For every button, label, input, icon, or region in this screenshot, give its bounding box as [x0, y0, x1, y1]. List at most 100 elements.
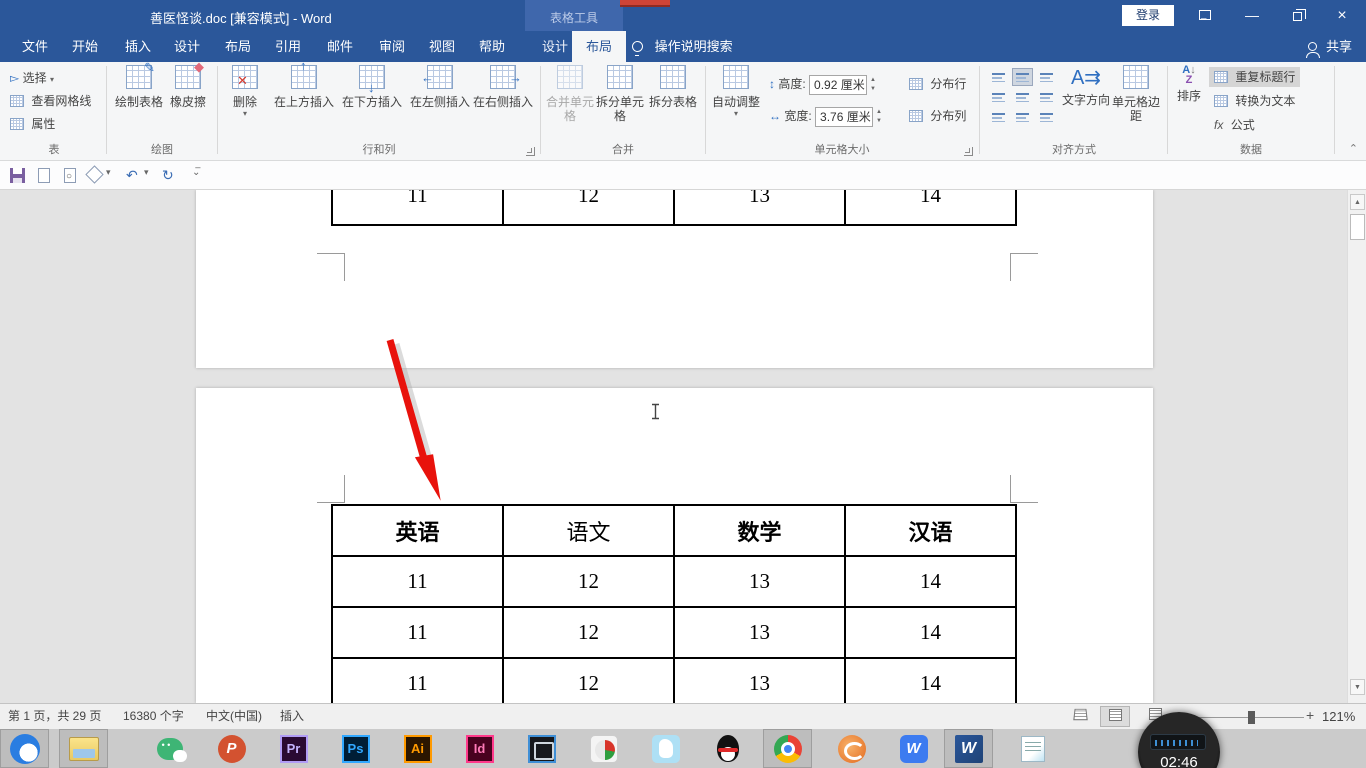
- table-cell[interactable]: 14: [844, 657, 1017, 703]
- col-width-spinner[interactable]: ▲ ▼: [873, 108, 885, 126]
- tab-home[interactable]: 开始: [58, 31, 112, 62]
- header-cell-hanyu[interactable]: 汉语: [844, 504, 1017, 557]
- save-button[interactable]: [10, 168, 25, 183]
- page-indicator[interactable]: 第 1 页，共 29 页: [0, 704, 109, 730]
- document-canvas[interactable]: 11 12 13 14 英语 语文 数学 汉语 11 12 13 14 11 1…: [0, 190, 1366, 703]
- cell-size-dialog-launcher[interactable]: [964, 147, 973, 156]
- zoom-in-button[interactable]: +: [1306, 707, 1314, 723]
- tab-references[interactable]: 引用: [261, 31, 315, 62]
- taskbar-qq[interactable]: [703, 729, 752, 768]
- cell-margins-button[interactable]: 单元格边距: [1111, 65, 1161, 123]
- split-cells-button[interactable]: 拆分单元格: [596, 65, 644, 123]
- new-document-button[interactable]: [38, 168, 50, 183]
- close-button[interactable]: ×: [1322, 0, 1362, 31]
- tab-file[interactable]: 文件: [8, 31, 62, 62]
- distribute-cols-button[interactable]: 分布列: [909, 106, 966, 126]
- tab-help[interactable]: 帮助: [465, 31, 519, 62]
- insert-mode-indicator[interactable]: 插入: [272, 704, 312, 730]
- align-center-button[interactable]: [1012, 88, 1033, 106]
- ink-gesture-button[interactable]: [85, 165, 104, 184]
- select-button[interactable]: ▻ 选择 ▾: [10, 68, 54, 88]
- table-cell[interactable]: 14: [844, 555, 1017, 608]
- undo-dropdown[interactable]: ▾: [144, 167, 149, 178]
- align-center-right-button[interactable]: [1036, 88, 1057, 106]
- view-gridlines-button[interactable]: 查看网格线: [10, 91, 91, 111]
- row-height-spinner[interactable]: ▲ ▼: [867, 76, 879, 94]
- sign-in-button[interactable]: 登录: [1122, 5, 1174, 26]
- properties-button[interactable]: 属性: [10, 114, 55, 134]
- scrollbar-thumb[interactable]: [1350, 214, 1365, 240]
- align-bottom-left-button[interactable]: [988, 108, 1009, 126]
- taskbar-qq-browser[interactable]: [0, 729, 49, 768]
- word-count[interactable]: 16380 个字: [115, 704, 192, 730]
- print-preview-button[interactable]: [64, 168, 76, 183]
- draw-table-button[interactable]: ✎ 绘制表格: [114, 61, 164, 109]
- table-cell[interactable]: 12: [502, 657, 675, 703]
- rows-columns-dialog-launcher[interactable]: [526, 147, 535, 156]
- align-top-left-button[interactable]: [988, 68, 1009, 86]
- tab-layout[interactable]: 布局: [211, 31, 265, 62]
- taskbar-format-factory[interactable]: [579, 729, 628, 768]
- tab-insert[interactable]: 插入: [111, 31, 165, 62]
- taskbar-cheetah-browser[interactable]: [827, 729, 876, 768]
- table-cell[interactable]: 11: [331, 555, 504, 608]
- read-mode-button[interactable]: [1065, 706, 1095, 727]
- header-cell-math[interactable]: 数学: [673, 504, 846, 557]
- undo-button[interactable]: ↶: [126, 167, 138, 184]
- table-cell[interactable]: 12: [502, 555, 675, 608]
- taskbar-photoshop[interactable]: Ps: [331, 729, 380, 768]
- taskbar-word-active[interactable]: W: [944, 729, 993, 768]
- header-cell-english[interactable]: 英语: [331, 504, 504, 557]
- taskbar-wechat[interactable]: [145, 729, 194, 768]
- tab-review[interactable]: 审阅: [365, 31, 419, 62]
- taskbar-premiere[interactable]: Pr: [269, 729, 318, 768]
- scroll-up-button[interactable]: ▲: [1350, 194, 1365, 210]
- page-2[interactable]: 英语 语文 数学 汉语 11 12 13 14 11 12 13 14 11 1…: [196, 388, 1153, 703]
- table-cell[interactable]: 13: [673, 657, 846, 703]
- align-bottom-center-button[interactable]: [1012, 108, 1033, 126]
- screen-recorder-minimized-bar[interactable]: [620, 0, 670, 7]
- insert-below-button[interactable]: ↓ 在下方插入: [339, 65, 405, 109]
- taskbar-video-editor[interactable]: [517, 729, 566, 768]
- delete-button[interactable]: ✕ 删除 ▾: [225, 65, 265, 118]
- ink-dropdown[interactable]: ▾: [106, 167, 111, 178]
- formula-button[interactable]: fx 公式: [1209, 115, 1260, 135]
- table-cell[interactable]: 12: [502, 606, 675, 659]
- table-cell[interactable]: 13: [673, 555, 846, 608]
- taskbar-tiantian-ptu[interactable]: [641, 729, 690, 768]
- restore-button[interactable]: [1277, 0, 1317, 31]
- header-cell-chinese[interactable]: 语文: [502, 504, 675, 557]
- taskbar-notepad[interactable]: [1008, 729, 1057, 768]
- ribbon-display-options-button[interactable]: [1185, 0, 1225, 39]
- row-height-input[interactable]: 0.92 厘米: [809, 74, 868, 95]
- table-cell[interactable]: 11: [331, 190, 504, 226]
- tab-design[interactable]: 设计: [160, 31, 214, 62]
- split-table-button[interactable]: 拆分表格: [646, 65, 700, 109]
- autofit-button[interactable]: 自动调整 ▾: [711, 65, 761, 118]
- taskbar-chrome[interactable]: [763, 729, 812, 768]
- align-top-right-button[interactable]: [1036, 68, 1057, 86]
- taskbar-wps[interactable]: W: [889, 729, 938, 768]
- table-row[interactable]: 11 12 13 14: [331, 606, 1017, 659]
- insert-left-button[interactable]: ← 在左侧插入: [407, 65, 473, 109]
- table-row[interactable]: 11 12 13 14: [331, 190, 1017, 226]
- align-top-center-button[interactable]: [1012, 68, 1033, 86]
- taskbar-file-explorer[interactable]: [59, 729, 108, 768]
- collapse-ribbon-button[interactable]: ⌃: [1349, 142, 1358, 155]
- table-row[interactable]: 11 12 13 14: [331, 657, 1017, 703]
- repeat-header-rows-button[interactable]: 重复标题行: [1209, 67, 1301, 87]
- zoom-slider-thumb[interactable]: [1248, 711, 1255, 724]
- tab-tabletools-layout[interactable]: 布局: [572, 31, 627, 62]
- eraser-button[interactable]: ◆ 橡皮擦: [166, 60, 210, 109]
- vertical-scrollbar[interactable]: ▲ ▼: [1347, 190, 1366, 703]
- minimize-button[interactable]: —: [1232, 0, 1272, 31]
- sort-button[interactable]: A↓ Z 排序: [1171, 65, 1207, 104]
- zoom-percentage[interactable]: 121%: [1322, 704, 1355, 729]
- convert-to-text-button[interactable]: 转换为文本: [1209, 91, 1300, 111]
- table-cell[interactable]: 13: [673, 190, 846, 226]
- table-cell[interactable]: 12: [502, 190, 675, 226]
- align-bottom-right-button[interactable]: [1036, 108, 1057, 126]
- table-cell[interactable]: 13: [673, 606, 846, 659]
- share-button[interactable]: 共享: [1306, 31, 1352, 62]
- distribute-rows-button[interactable]: 分布行: [909, 74, 966, 94]
